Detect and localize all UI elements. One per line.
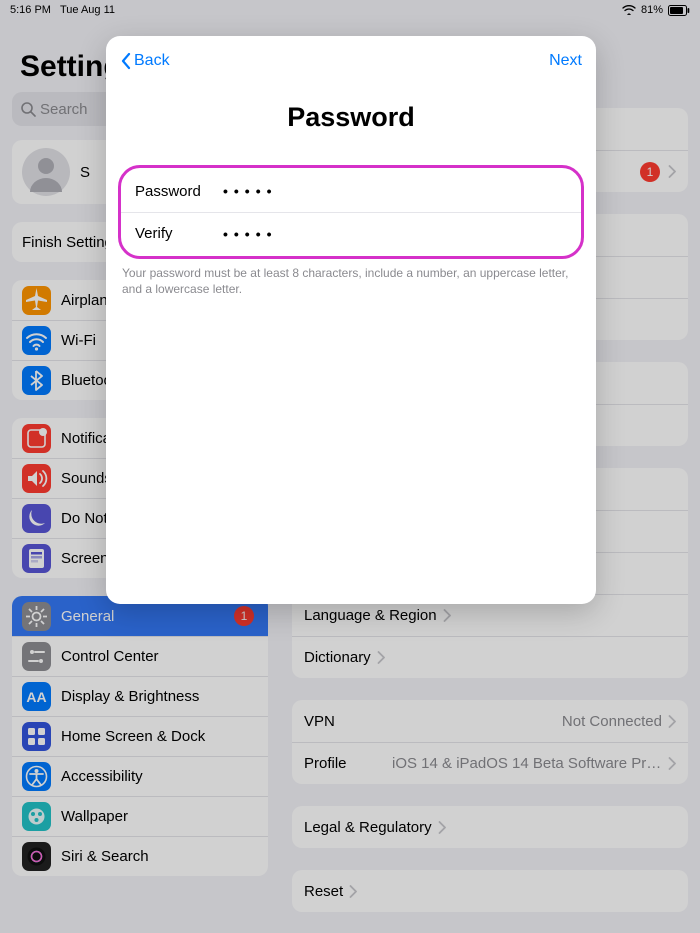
password-hint: Your password must be at least 8 charact… bbox=[106, 259, 596, 297]
password-label: Password bbox=[135, 183, 223, 200]
modal-title: Password bbox=[106, 102, 596, 133]
password-row[interactable]: Password ••••• bbox=[121, 170, 581, 212]
back-button[interactable]: Back bbox=[120, 52, 170, 70]
back-label: Back bbox=[134, 52, 170, 70]
password-box-highlight: Password ••••• Verify ••••• bbox=[118, 165, 584, 259]
verify-value: ••••• bbox=[223, 226, 278, 242]
chevron-left-icon bbox=[120, 52, 132, 70]
verify-label: Verify bbox=[135, 225, 223, 242]
password-value: ••••• bbox=[223, 183, 278, 199]
verify-row[interactable]: Verify ••••• bbox=[121, 212, 581, 254]
modal-header: Back Next bbox=[106, 36, 596, 86]
next-label: Next bbox=[549, 52, 582, 69]
password-modal: Back Next Password Password ••••• Verify… bbox=[106, 36, 596, 604]
next-button[interactable]: Next bbox=[549, 52, 582, 70]
